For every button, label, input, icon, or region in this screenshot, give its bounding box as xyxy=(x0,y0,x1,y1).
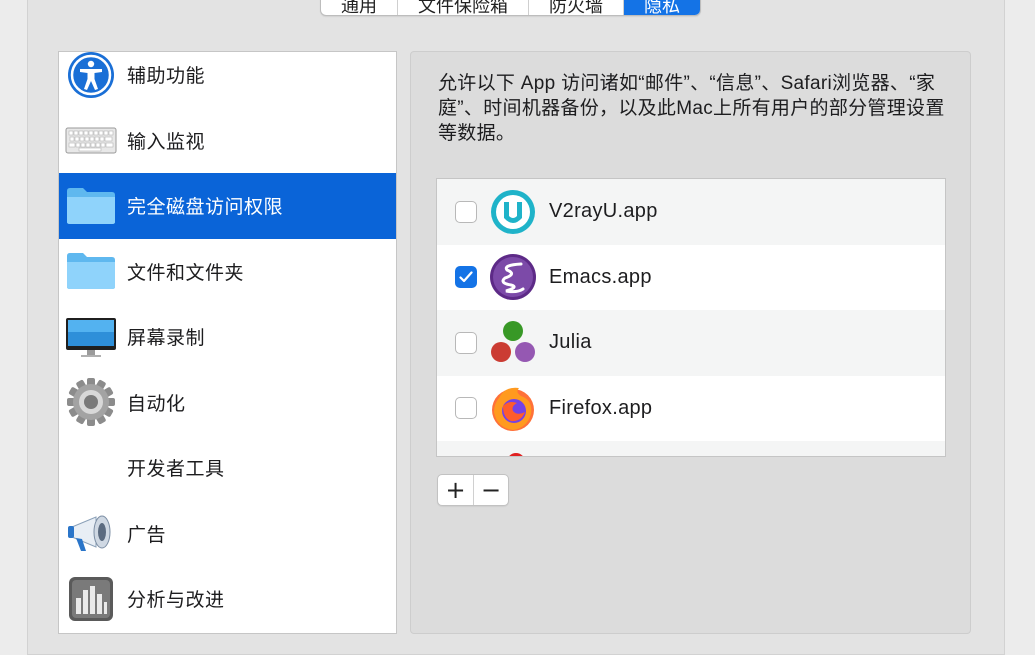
sidebar-item-developer-tools[interactable]: 开发者工具 xyxy=(59,435,396,501)
app-name: Julia xyxy=(549,331,592,354)
keyboard-icon xyxy=(65,114,117,166)
sidebar-item-label: 辅助功能 xyxy=(127,66,206,88)
list-item[interactable]: V2rayU.app xyxy=(437,179,945,245)
sidebar-item-advertising[interactable]: 广告 xyxy=(59,501,396,567)
julia-icon xyxy=(489,319,537,367)
list-item[interactable]: Julia xyxy=(437,310,945,376)
app-name: Emacs.app xyxy=(549,265,652,288)
gear-icon xyxy=(65,376,117,428)
privacy-sidebar: 辅助功能 输入监视 完全磁盘访问权限 文件和文件夹 屏幕录制 自动化 开发者工具… xyxy=(58,51,397,634)
add-remove-buttons: + − xyxy=(437,474,509,506)
app-checkbox[interactable] xyxy=(455,266,477,289)
permission-description: 允许以下 App 访问诸如“邮件”、“信息”、Safari浏览器、“家庭”、时间… xyxy=(438,73,945,144)
tab-privacy[interactable]: 隐私 xyxy=(624,0,700,15)
v2rayu-icon xyxy=(489,188,537,236)
folder-icon xyxy=(65,180,117,232)
tab-bar: 通用 文件保险箱 防火墙 隐私 xyxy=(320,0,701,16)
sidebar-item-accessibility[interactable]: 辅助功能 xyxy=(59,52,396,108)
display-icon xyxy=(65,311,117,363)
app-list: V2rayU.app Emacs.app Julia Firefox.app xyxy=(436,178,946,457)
tab-filevault[interactable]: 文件保险箱 xyxy=(398,0,529,15)
sidebar-item-automation[interactable]: 自动化 xyxy=(59,370,396,436)
sidebar-item-files-and-folders[interactable]: 文件和文件夹 xyxy=(59,239,396,305)
sidebar-item-full-disk-access[interactable]: 完全磁盘访问权限 xyxy=(59,173,396,239)
add-button[interactable]: + xyxy=(438,475,473,505)
sidebar-item-label: 完全磁盘访问权限 xyxy=(127,197,284,219)
permission-detail-panel: 允许以下 App 访问诸如“邮件”、“信息”、Safari浏览器、“家庭”、时间… xyxy=(410,51,971,634)
app-icon xyxy=(489,450,537,456)
sidebar-item-label: 广告 xyxy=(127,524,167,546)
sidebar-item-label: 屏幕录制 xyxy=(127,328,206,350)
firefox-icon xyxy=(489,384,537,432)
sidebar-item-input-monitoring[interactable]: 输入监视 xyxy=(59,108,396,174)
accessibility-icon xyxy=(65,52,117,101)
sidebar-item-label: 开发者工具 xyxy=(127,459,225,481)
sidebar-item-label: 分析与改进 xyxy=(127,590,225,612)
megaphone-icon xyxy=(65,507,117,559)
sidebar-item-label: 输入监视 xyxy=(127,131,206,153)
remove-button[interactable]: − xyxy=(473,475,508,505)
folder-icon xyxy=(65,245,117,297)
sidebar-item-label: 自动化 xyxy=(127,393,186,415)
list-item[interactable]: Emacs.app xyxy=(437,245,945,311)
tab-firewall[interactable]: 防火墙 xyxy=(529,0,624,15)
sidebar-item-analytics[interactable]: 分析与改进 xyxy=(59,566,396,632)
bar-chart-icon xyxy=(65,573,117,625)
list-item[interactable]: Firefox.app xyxy=(437,376,945,442)
tab-general[interactable]: 通用 xyxy=(321,0,398,15)
checkmark-icon xyxy=(459,271,473,283)
app-checkbox[interactable] xyxy=(455,331,477,354)
sidebar-item-label: 文件和文件夹 xyxy=(127,262,245,284)
list-item[interactable] xyxy=(437,441,945,456)
app-name: V2rayU.app xyxy=(549,200,658,223)
sidebar-item-screen-recording[interactable]: 屏幕录制 xyxy=(59,304,396,370)
blank-icon xyxy=(65,442,117,494)
emacs-icon xyxy=(489,253,537,301)
app-checkbox[interactable] xyxy=(455,397,477,420)
app-name: Firefox.app xyxy=(549,396,653,419)
app-checkbox[interactable] xyxy=(455,200,477,223)
